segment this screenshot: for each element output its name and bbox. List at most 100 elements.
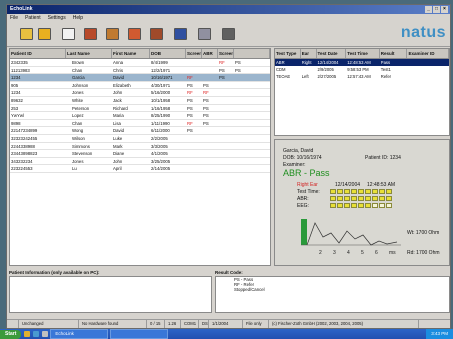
table-cell [186, 165, 202, 172]
minimize-icon[interactable]: _ [425, 6, 432, 13]
table-row[interactable]: 2244338988 Simmons Mark 3/3/2005 [10, 143, 270, 151]
table-cell: RF [203, 90, 209, 96]
natus-logo: natus [400, 24, 446, 41]
test-table[interactable]: Test Type Ear Test Date Test Time Result Exam… [274, 48, 450, 136]
taskbar-item-echolink[interactable]: EchoLink [50, 329, 109, 339]
test-column-header[interactable]: Ear [301, 49, 317, 58]
table-cell [234, 97, 270, 104]
test-cell: Right [301, 60, 312, 65]
table-row[interactable]: 9898 Chan Lisa 1/11/1990 RF PS [10, 120, 270, 128]
patient-information-panel: Patient Information (only available on P… [9, 269, 212, 315]
status-field: COM1 [181, 320, 199, 328]
table-cell: John [113, 158, 123, 164]
open-folder-icon[interactable] [37, 27, 51, 41]
table-cell [218, 97, 234, 104]
column-header[interactable]: Screen [186, 49, 202, 58]
table-cell: 23443898823 [11, 151, 38, 157]
table-cell: 9898 [11, 120, 21, 126]
menu-file[interactable]: File [10, 14, 18, 22]
test-row[interactable]: ABR Right 12/14/2004 12:48:53 AM Pass [275, 59, 449, 66]
test-cell: 12:57:43 AM [347, 74, 371, 79]
close-icon[interactable]: × [441, 6, 448, 13]
table-row[interactable]: 22147234899 Wong David 6/11/2000 PS [10, 127, 270, 135]
axis-tick-label: 2 [319, 250, 322, 256]
print-icon[interactable] [221, 27, 235, 41]
test-column-header[interactable]: Test Type [275, 49, 301, 58]
table-row[interactable]: 343232234 Jones John 3/25/2005 [10, 158, 270, 166]
table-cell [234, 105, 270, 112]
taskbar-item[interactable] [110, 329, 169, 339]
table-cell: RF [187, 75, 193, 81]
signal-bar-segment [358, 196, 364, 201]
column-header[interactable]: Screen [218, 49, 234, 58]
patient-search-icon[interactable] [149, 27, 163, 41]
status-field: (c) Fischer-Zoth GmbH (2002, 2003, 2004,… [269, 320, 419, 328]
table-cell [218, 127, 234, 134]
table-row[interactable]: 2342335 Brown Anna 8/4/1999 RF PS [10, 59, 270, 67]
column-header[interactable] [234, 49, 270, 58]
table-cell: Anna [113, 60, 124, 65]
signal-bar-segment [337, 203, 343, 208]
explorer-icon[interactable] [24, 331, 31, 337]
table-row[interactable]: 11213983 Chan Chris 12/2/1971 PS PS [10, 67, 270, 75]
transfer-icon[interactable] [105, 27, 119, 41]
new-folder-icon[interactable] [19, 27, 33, 41]
column-header[interactable]: Patient ID [10, 49, 66, 58]
table-row[interactable]: 23443898823 Stevenson Diane 4/1/2005 [10, 150, 270, 158]
table-cell [218, 105, 234, 112]
abr-waveform-line [306, 222, 398, 246]
title-bar[interactable]: EchoLink _ □ × [7, 5, 450, 14]
test-column-header[interactable]: Test Date [317, 49, 347, 58]
table-row[interactable]: 223224553 Lu April 2/14/2005 [10, 165, 270, 173]
signal-bar-segment [372, 196, 378, 201]
column-header[interactable]: Last Name [66, 49, 112, 58]
patient-icon[interactable] [83, 27, 97, 41]
signal-bar-segment [372, 203, 378, 208]
column-header[interactable]: First Name [112, 49, 150, 58]
start-button[interactable]: Start [0, 329, 22, 339]
table-cell: PS [219, 67, 225, 73]
ear-icon[interactable] [127, 27, 141, 41]
table-cell: 32323242455 [11, 135, 38, 141]
patient-name: Garcia, David [283, 148, 314, 154]
save-icon[interactable] [173, 27, 187, 41]
maximize-icon[interactable]: □ [433, 6, 440, 13]
signal-bar-segment [365, 196, 371, 201]
patient-information-box[interactable] [9, 276, 212, 313]
table-row[interactable]: 1234 Garcia David 10/16/1971 RF PS [10, 74, 270, 82]
test-column-header[interactable]: Result [380, 49, 408, 58]
test-row[interactable]: CDM 2/9/2005 9:58:53 PM Test1 [275, 66, 449, 73]
desktop-icon[interactable] [42, 331, 49, 337]
column-header[interactable]: ABR [202, 49, 218, 58]
menu-settings[interactable]: Settings [48, 14, 66, 22]
browser-icon[interactable] [33, 331, 40, 337]
ear-label: Right Ear [297, 182, 318, 188]
table-cell: RF [187, 90, 193, 96]
table-row[interactable]: 253 Peterson Richard 1/16/1958 PS PS [10, 105, 270, 113]
table-row[interactable]: YwYwl Lopez Maria 8/25/1990 PS PS [10, 112, 270, 120]
signal-bar-segment [358, 203, 364, 208]
table-cell [218, 158, 234, 165]
test-column-header[interactable]: Examiner ID [407, 49, 449, 58]
table-row[interactable]: 89632 White Jack 10/1/1958 PS PS [10, 97, 270, 105]
table-cell: 223224553 [11, 166, 33, 172]
test-column-header[interactable]: Test Time [346, 49, 380, 58]
patient-table[interactable]: Patient ID Last Name First Name DOB Screen AB… [9, 48, 271, 266]
column-header[interactable]: DOB [150, 49, 186, 58]
document-icon[interactable] [61, 27, 75, 41]
menu-help[interactable]: Help [73, 14, 83, 22]
axis-tick-label: ms [389, 250, 396, 256]
table-cell: Richard [113, 105, 128, 111]
test-cell: 2/27/2005 [317, 74, 337, 79]
table-cell [234, 89, 270, 96]
table-cell [202, 127, 218, 134]
table-cell: Jones [72, 158, 84, 164]
table-cell: 4/1/2005 [151, 151, 168, 157]
table-row[interactable]: 1234 Jones John 5/16/2000 RF RF [10, 89, 270, 97]
menu-patient[interactable]: Patient [25, 14, 41, 22]
test-row[interactable]: TEOAE Left 2/27/2005 12:57:43 AM Refer [275, 73, 449, 80]
table-row[interactable]: 32323242455 Wilson Luke 2/2/2005 [10, 135, 270, 143]
table-row[interactable]: 905 Johnson Elizabeth 4/30/1971 PS PS [10, 82, 270, 90]
audio-icon[interactable] [197, 27, 211, 41]
abr-waveform: 2 3 4 5 6 ms [301, 219, 401, 256]
